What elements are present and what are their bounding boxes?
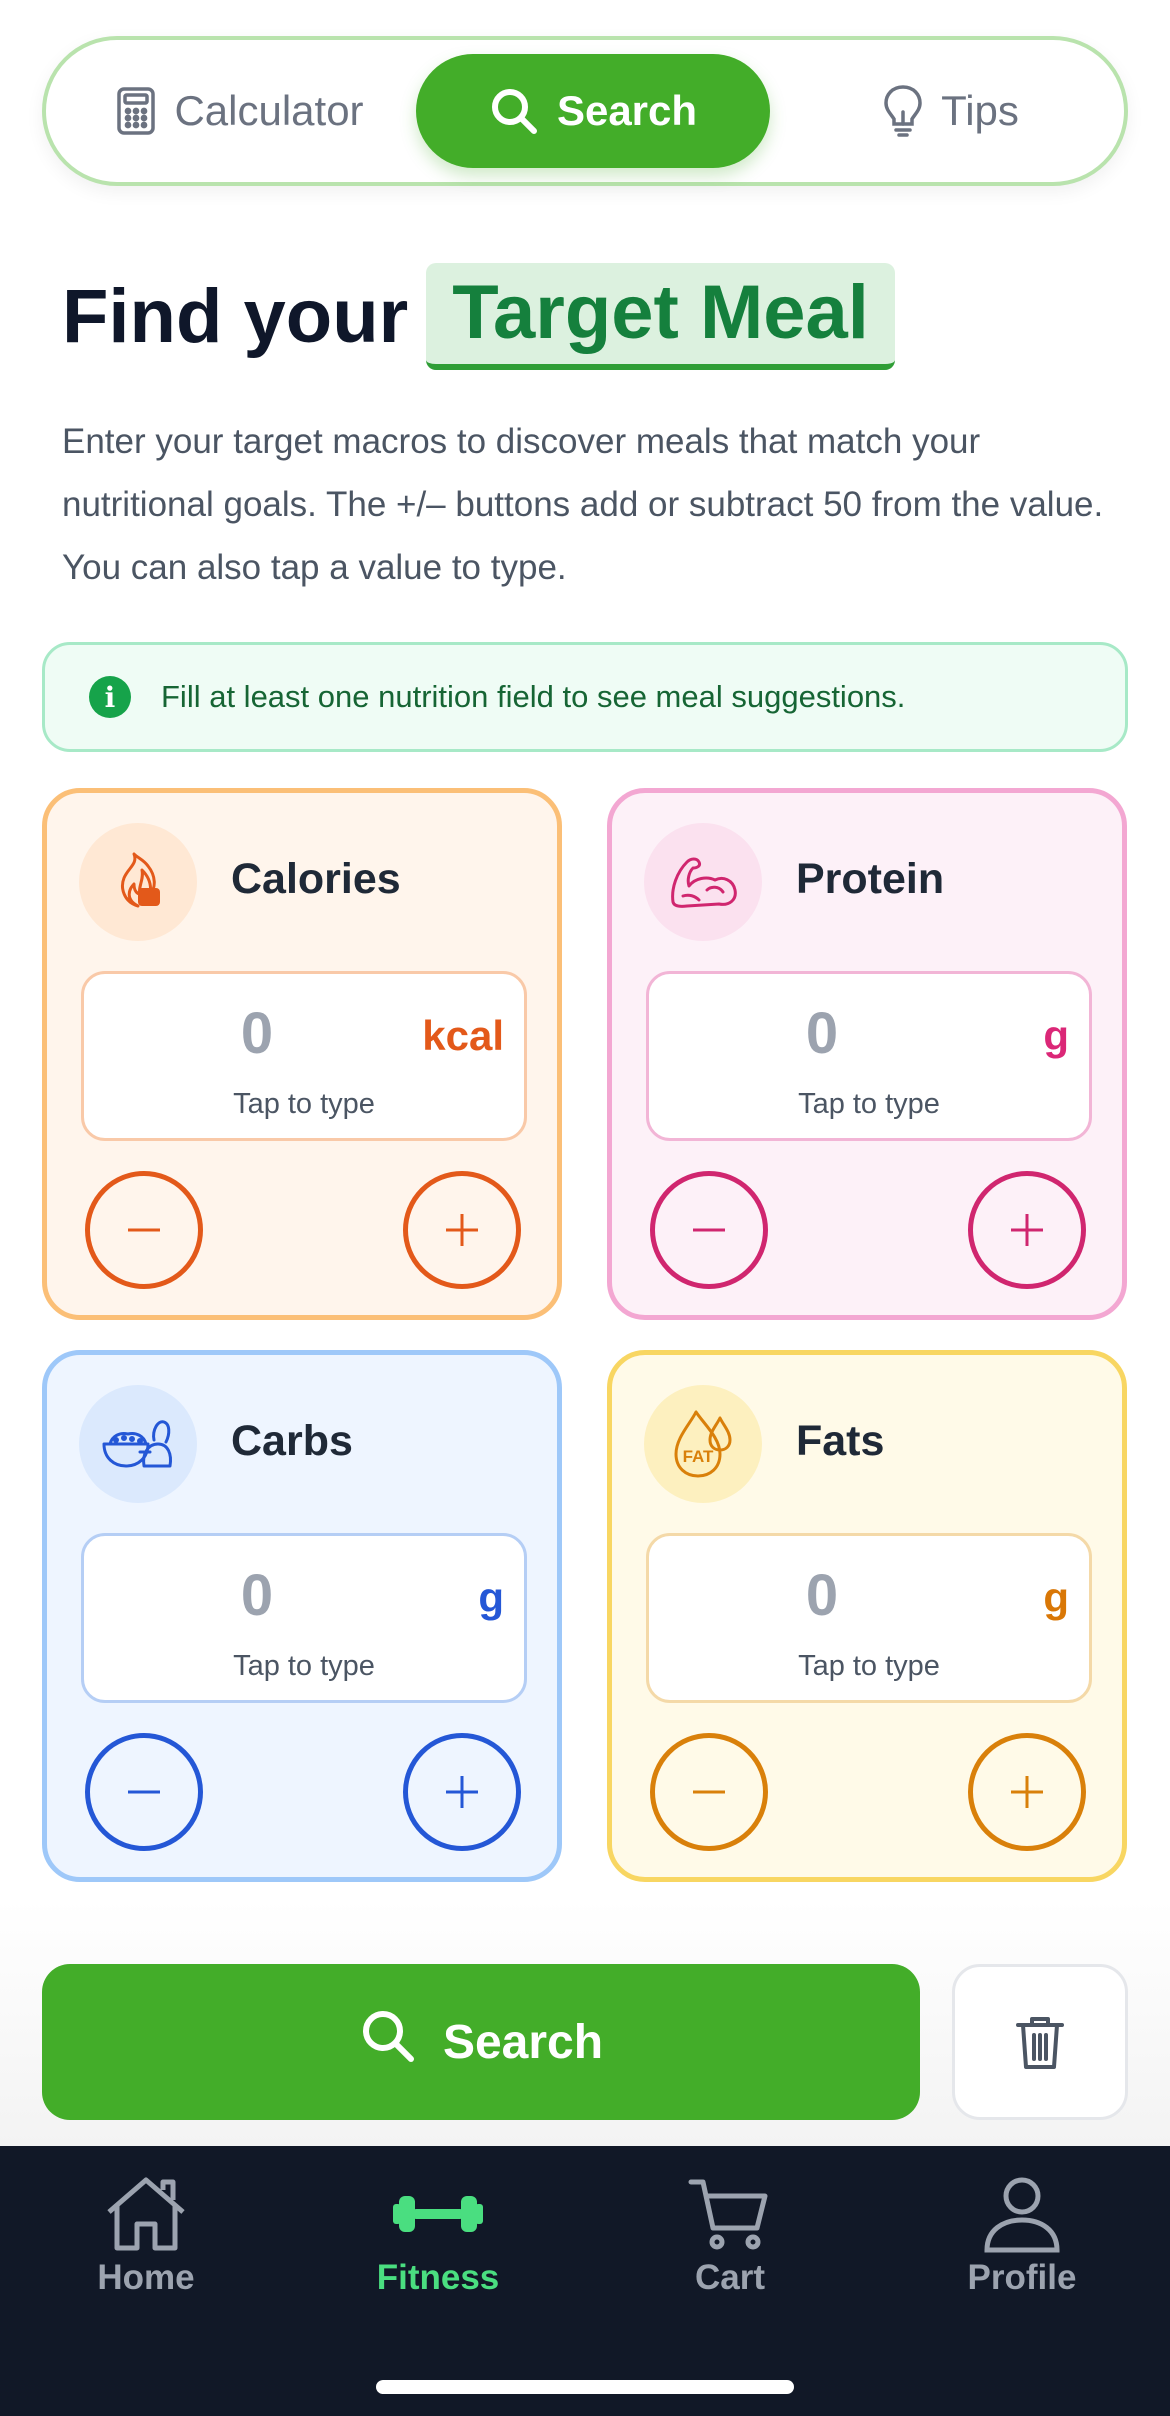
flame-icon: [79, 823, 197, 941]
macro-value: 0: [805, 1001, 839, 1066]
macro-unit: g: [1043, 1012, 1069, 1059]
home-indicator: [376, 2380, 794, 2394]
nav-item-label: Profile: [967, 2258, 1077, 2297]
info-icon: i: [89, 676, 131, 718]
fats-increment-button[interactable]: [968, 1733, 1086, 1851]
bread-bowl-icon: [79, 1385, 197, 1503]
macro-value: 0: [240, 1001, 274, 1066]
fats-input[interactable]: 0 g Tap to type: [646, 1533, 1092, 1703]
tab-tips[interactable]: Tips: [786, 54, 1116, 168]
bottom-nav: Home Fitness Cart Profile: [0, 2146, 1170, 2416]
fat-drop-icon: FAT: [644, 1385, 762, 1503]
nav-item-home[interactable]: Home: [0, 2174, 292, 2298]
tab-calculator[interactable]: Calculator: [70, 54, 410, 168]
mode-tab-bar: Calculator Search Tips: [42, 36, 1128, 186]
macro-unit: g: [478, 1574, 504, 1621]
nav-item-label: Home: [97, 2258, 195, 2297]
search-icon: [359, 2007, 417, 2077]
macro-title: Calories: [231, 855, 401, 903]
minus-icon: [128, 1790, 160, 1794]
tab-calculator-label: Calculator: [174, 87, 364, 134]
lightbulb-icon: [883, 84, 923, 138]
macro-hint: Tap to type: [233, 1650, 375, 1682]
info-banner: i Fill at least one nutrition field to s…: [42, 642, 1128, 752]
macro-unit: kcal: [422, 1012, 504, 1059]
protein-input[interactable]: 0 g Tap to type: [646, 971, 1092, 1141]
macro-title: Carbs: [231, 1417, 353, 1465]
macro-unit: g: [1043, 1574, 1069, 1621]
dumbbell-icon: [393, 2196, 483, 2232]
calories-increment-button[interactable]: [403, 1171, 521, 1289]
minus-icon: [693, 1790, 725, 1794]
plus-icon: [446, 1214, 478, 1246]
tab-tips-label: Tips: [941, 87, 1019, 134]
calculator-icon: [116, 87, 156, 135]
plus-icon: [1011, 1776, 1043, 1808]
carbs-increment-button[interactable]: [403, 1733, 521, 1851]
tab-search-label: Search: [556, 87, 698, 134]
search-icon: [489, 86, 539, 136]
profile-icon: [984, 2177, 1060, 2253]
macro-value: 0: [805, 1563, 839, 1628]
fat-icon-label: FAT: [683, 1447, 714, 1466]
carbs-input[interactable]: 0 g Tap to type: [81, 1533, 527, 1703]
page-title-highlight: Target Meal: [426, 262, 895, 370]
macro-hint: Tap to type: [798, 1088, 940, 1120]
macro-hint: Tap to type: [233, 1088, 375, 1120]
macro-card-carbs: Carbs 0 g Tap to type: [42, 1350, 562, 1882]
info-banner-text: Fill at least one nutrition field to see…: [161, 679, 906, 714]
nav-item-fitness[interactable]: Fitness: [292, 2174, 584, 2298]
macro-value: 0: [240, 1563, 274, 1628]
nav-item-cart[interactable]: Cart: [584, 2174, 876, 2298]
tab-search[interactable]: Search: [416, 54, 770, 168]
search-button-label: Search: [442, 2015, 604, 2069]
plus-icon: [1011, 1214, 1043, 1246]
page-title-prefix: Find your: [62, 273, 409, 359]
trash-icon: [1016, 2017, 1064, 2069]
macro-title: Fats: [796, 1417, 885, 1465]
fats-decrement-button[interactable]: [650, 1733, 768, 1851]
nav-item-profile[interactable]: Profile: [876, 2174, 1168, 2298]
page-title: Find your Target Meal: [62, 256, 895, 376]
page-description: Enter your target macros to discover mea…: [62, 422, 1104, 587]
clear-button[interactable]: [952, 1964, 1128, 2120]
cart-icon: [688, 2179, 768, 2250]
home-icon: [107, 2177, 185, 2251]
calories-input[interactable]: 0 kcal Tap to type: [81, 971, 527, 1141]
minus-icon: [128, 1228, 160, 1232]
macro-hint: Tap to type: [798, 1650, 940, 1682]
nav-item-label: Cart: [694, 2258, 766, 2297]
carbs-decrement-button[interactable]: [85, 1733, 203, 1851]
protein-increment-button[interactable]: [968, 1171, 1086, 1289]
plus-icon: [446, 1776, 478, 1808]
protein-decrement-button[interactable]: [650, 1171, 768, 1289]
macro-card-calories: Calories 0 kcal Tap to type: [42, 788, 562, 1320]
macro-title: Protein: [796, 855, 945, 903]
calories-decrement-button[interactable]: [85, 1171, 203, 1289]
search-button[interactable]: Search: [42, 1964, 920, 2120]
muscle-icon: [644, 823, 762, 941]
nav-item-label: Fitness: [376, 2258, 500, 2297]
macro-card-protein: Protein 0 g Tap to type: [607, 788, 1127, 1320]
minus-icon: [693, 1228, 725, 1232]
macro-card-fats: FAT Fats 0 g Tap to type: [607, 1350, 1127, 1882]
